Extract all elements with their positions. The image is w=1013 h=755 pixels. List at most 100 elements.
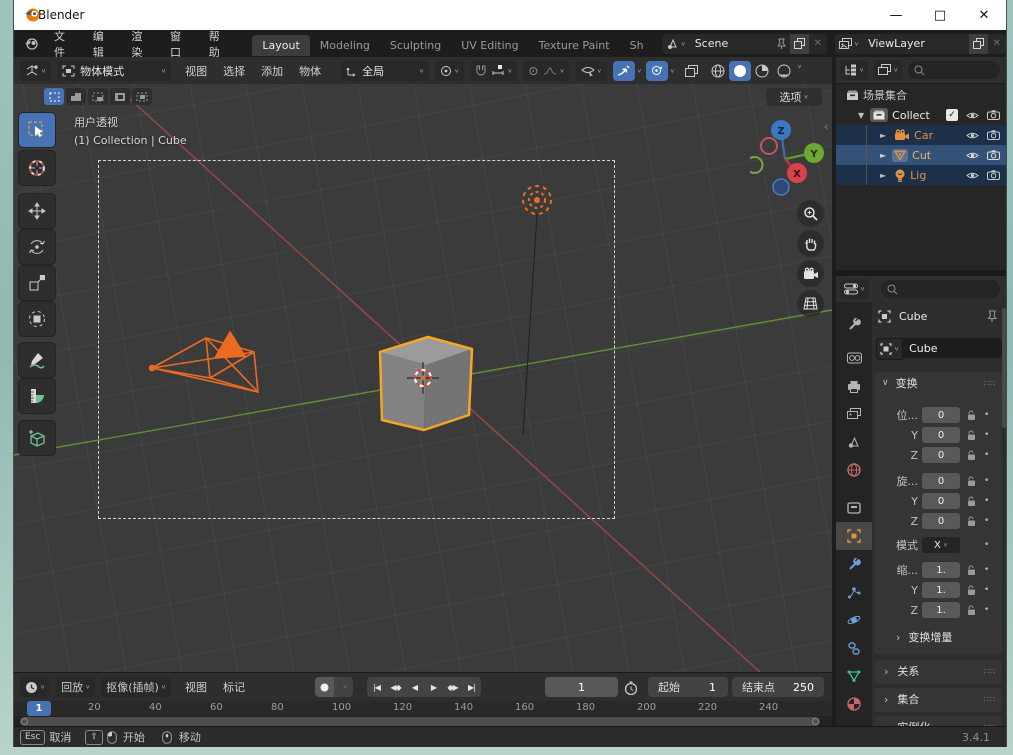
select-mode-intersect[interactable] [132, 88, 152, 105]
menu-render[interactable]: 渲染 [122, 30, 161, 57]
tab-layout[interactable]: Layout [252, 34, 310, 56]
snap-target-icon[interactable] [492, 64, 505, 77]
lock-open-icon[interactable] [966, 476, 976, 487]
rot-x-value[interactable]: 0 [922, 473, 960, 489]
breadcrumb-object-name[interactable]: Cube [899, 310, 927, 323]
play-button[interactable]: ▶ [424, 677, 443, 697]
tab-world[interactable] [836, 456, 872, 484]
render-camera-icon[interactable] [987, 170, 1000, 180]
menu-add[interactable]: 添加 [253, 63, 291, 79]
lock-open-icon[interactable] [966, 450, 976, 461]
gizmo-minus-z[interactable] [772, 178, 790, 196]
close-button[interactable]: ✕ [962, 0, 1006, 30]
mode-selector[interactable]: 物体模式 ∨ [57, 60, 172, 81]
lock-open-icon[interactable] [966, 430, 976, 441]
id-type-button[interactable]: ∨ [876, 338, 904, 360]
chevron-down-icon[interactable]: ∨ [637, 67, 642, 73]
instancing-panel[interactable]: ›实例化∷∷ [874, 716, 1002, 726]
tab-object[interactable] [836, 522, 872, 550]
frame-start-field[interactable]: 起始 1 [648, 677, 728, 697]
timeline-marker-menu[interactable]: 标记 [215, 679, 253, 695]
outliner-display-mode-button[interactable]: ∨ [874, 60, 903, 80]
chevron-down-icon[interactable]: ∨ [797, 63, 802, 79]
auto-key-options-chevron[interactable]: ∨ [334, 677, 353, 697]
jump-to-start-button[interactable]: |◀ [367, 677, 386, 697]
properties-search-input[interactable] [881, 280, 1000, 298]
animate-dot[interactable]: • [984, 540, 989, 550]
select-mode-set[interactable] [44, 88, 64, 105]
tool-rotate[interactable] [18, 229, 56, 265]
disclosure-open-icon[interactable]: ▼ [858, 111, 864, 120]
shading-wireframe-button[interactable] [707, 61, 729, 81]
gizmo-visibility-icon[interactable] [580, 65, 595, 77]
lock-open-icon[interactable] [966, 585, 976, 596]
loc-z-value[interactable]: 0 [922, 447, 960, 463]
tab-modifiers[interactable] [836, 550, 872, 578]
disclosure-closed-icon[interactable]: ► [880, 171, 886, 180]
animate-dot[interactable]: • [984, 476, 989, 486]
xray-toggle[interactable] [681, 61, 703, 81]
menu-view[interactable]: 视图 [177, 63, 215, 79]
shading-material-button[interactable] [751, 61, 773, 81]
relations-panel[interactable]: › 关系 ∷∷ [874, 660, 1002, 684]
tab-tool[interactable] [836, 310, 872, 338]
eye-icon[interactable] [966, 151, 979, 160]
select-mode-extend[interactable] [66, 88, 86, 105]
tab-view-layer[interactable] [836, 400, 872, 428]
tab-render[interactable] [836, 344, 872, 372]
rot-z-value[interactable]: 0 [922, 513, 960, 529]
timeline-editor-type-button[interactable]: ∨ [20, 677, 51, 697]
rot-y-value[interactable]: 0 [922, 493, 960, 509]
pin-icon[interactable] [986, 310, 998, 323]
playhead[interactable]: 1 [27, 701, 51, 716]
tab-object-data[interactable] [836, 662, 872, 690]
tool-scale[interactable] [18, 265, 56, 301]
scene-browse-button[interactable]: ∨ [662, 34, 690, 54]
playback-menu[interactable]: 回放 ∨ [56, 677, 96, 697]
cube-object-name[interactable]: Cut [912, 149, 931, 162]
play-reverse-button[interactable]: ◀ [405, 677, 424, 697]
tab-uv-editing[interactable]: UV Editing [451, 35, 528, 56]
tool-transform[interactable] [18, 301, 56, 337]
snap-toggle[interactable] [612, 60, 635, 81]
row-camera[interactable]: ► Car [836, 125, 1006, 185]
magnet-icon[interactable] [475, 65, 487, 77]
gizmo-minus-y[interactable] [750, 156, 764, 174]
view-layer-name[interactable]: ViewLayer [863, 37, 969, 50]
next-keyframe-button[interactable]: ◆▶ [443, 677, 462, 697]
scene-name[interactable]: Scene [690, 37, 776, 50]
viewport-options-button[interactable]: 选项 ∨ [766, 88, 822, 106]
animate-dot[interactable]: • [984, 565, 989, 575]
gizmo-toggle[interactable] [645, 60, 668, 81]
light-object-name[interactable]: Lig [910, 169, 926, 182]
timeline-ruler[interactable]: 20 40 60 80 100 120 140 160 180 200 220 240 1 [14, 701, 832, 728]
perspective-toggle-button[interactable] [797, 290, 824, 317]
tab-output[interactable] [836, 372, 872, 400]
delta-transform-panel-header[interactable]: › 变换增量 [872, 628, 1000, 646]
tab-material[interactable] [836, 690, 872, 718]
menu-select[interactable]: 选择 [215, 63, 253, 79]
properties-scrollbar[interactable] [1002, 308, 1006, 428]
disclosure-closed-icon[interactable]: ► [880, 151, 886, 160]
new-view-layer-button[interactable] [968, 33, 988, 54]
keying-menu[interactable]: 抠像(插帧) ∨ [101, 677, 171, 697]
lock-open-icon[interactable] [966, 516, 976, 527]
lock-open-icon[interactable] [966, 605, 976, 616]
rotation-mode-dropdown[interactable]: X ∨ [922, 537, 960, 553]
animate-dot[interactable]: • [984, 430, 989, 440]
tab-collection-props[interactable] [836, 494, 872, 522]
current-frame-field[interactable]: 1 [545, 677, 618, 697]
animate-dot[interactable]: • [984, 450, 989, 460]
proportional-edit-icon[interactable]: ⊙ [528, 64, 538, 78]
disclosure-closed-icon[interactable]: ► [880, 131, 886, 140]
drag-dots-icon[interactable]: ∷∷ [984, 667, 996, 676]
row-scene-collection[interactable]: 场景集合 [836, 85, 1006, 105]
collection-name[interactable]: Collect [892, 109, 930, 122]
tool-cursor[interactable] [18, 150, 56, 186]
menu-edit[interactable]: 编辑 [84, 30, 123, 57]
menu-help[interactable]: 帮助 [200, 30, 239, 57]
loc-y-value[interactable]: 0 [922, 427, 960, 443]
render-camera-icon[interactable] [987, 110, 1000, 120]
collections-panel[interactable]: › 集合 ∷∷ [874, 688, 1002, 712]
transform-panel-header[interactable]: ∨ 变换 ∷∷ [874, 372, 1002, 394]
